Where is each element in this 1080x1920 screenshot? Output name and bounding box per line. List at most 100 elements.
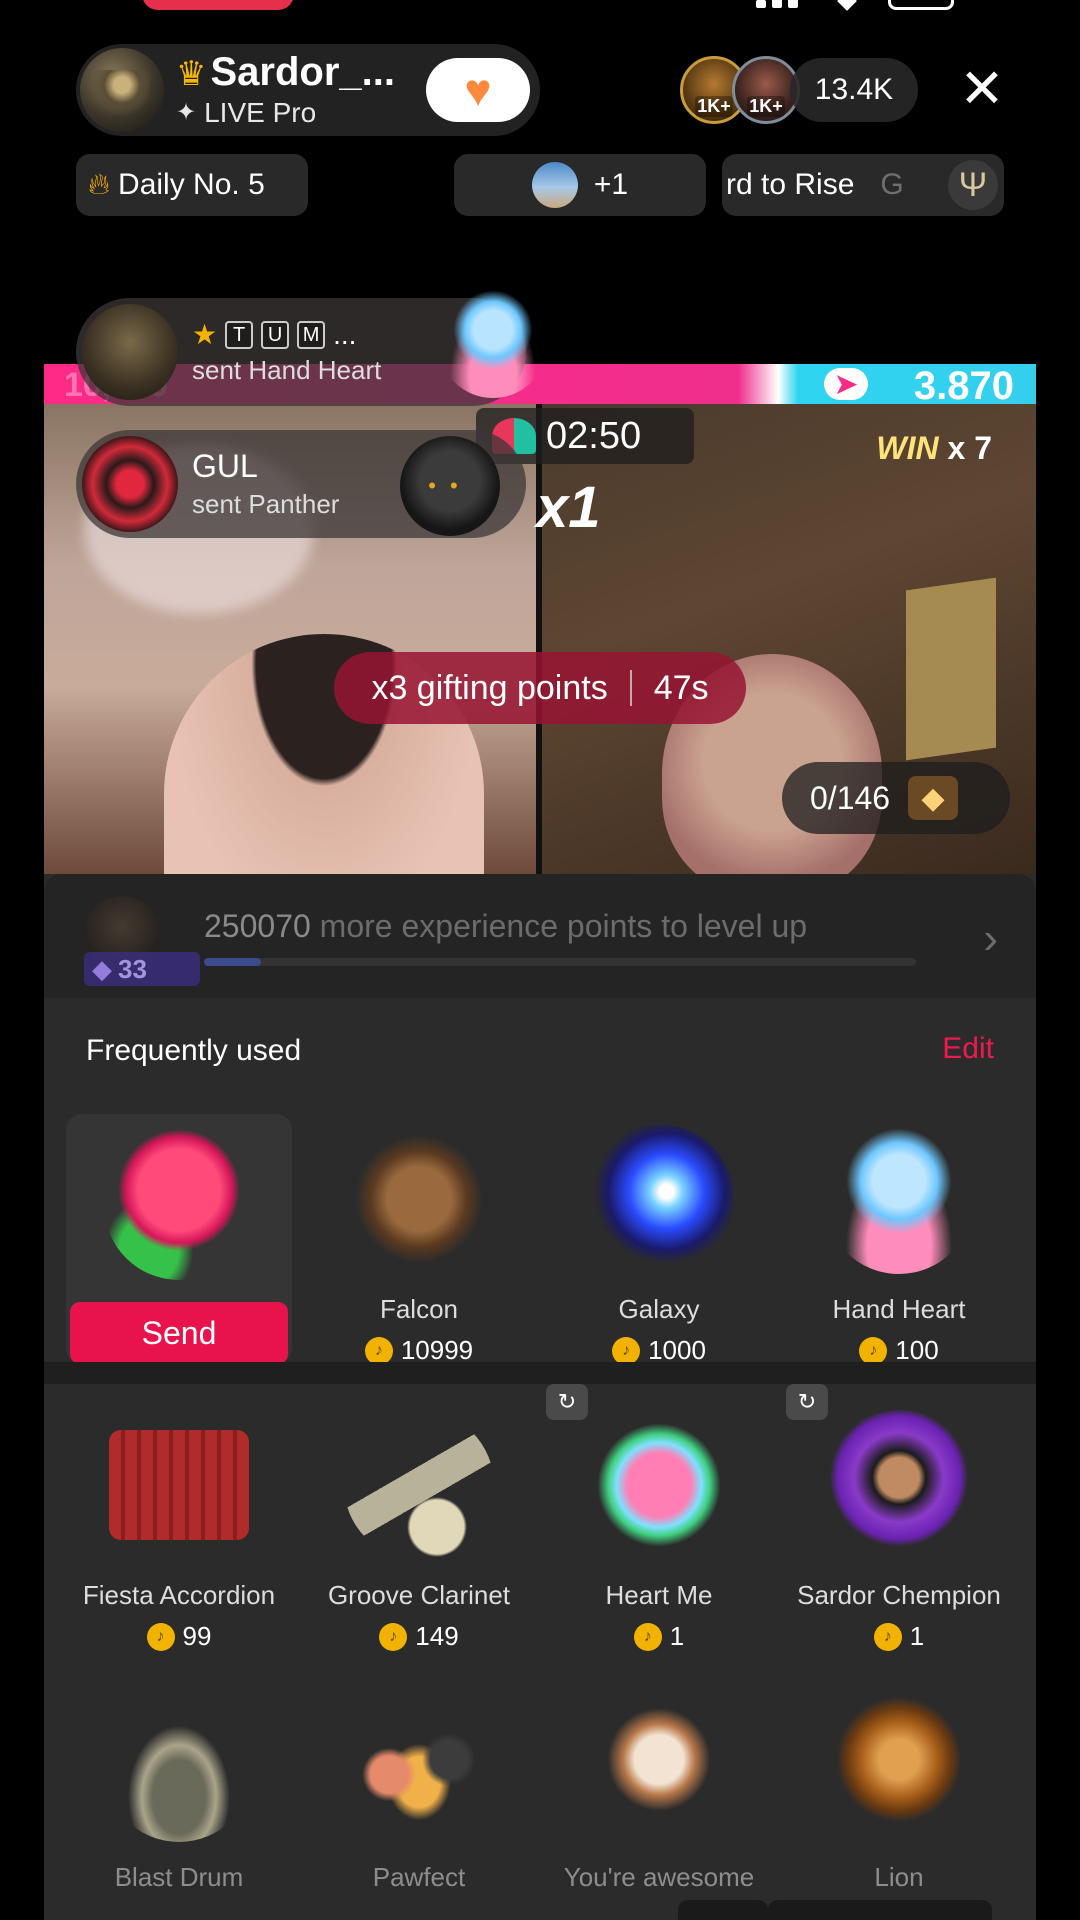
gift-youre-awesome[interactable]: You're awesome	[546, 1692, 772, 1893]
cat-icon	[584, 1692, 734, 1842]
gem-icon: ◆	[92, 953, 112, 984]
viewer-rank-badge: 1K+	[695, 96, 733, 117]
gift-notification[interactable]: ★ T U M ... sent Hand Heart	[76, 288, 548, 406]
gift-name: Blast Drum	[114, 1862, 244, 1892]
goal-progress[interactable]: 0/146 ◆	[782, 762, 1010, 834]
section-title: Frequently used	[86, 1034, 302, 1067]
recording-indicator	[142, 0, 294, 10]
follow-heart-button[interactable]: ♥ 4	[426, 58, 530, 122]
battery-icon	[888, 0, 954, 10]
guest-chip[interactable]: +1	[454, 154, 706, 216]
win-streak: WIN x 7	[876, 430, 992, 466]
coin-icon: ♪	[873, 1622, 902, 1651]
gift-price: 99	[182, 1621, 212, 1651]
daily-rank-chip[interactable]: 🔥︎ Daily No. 5	[76, 154, 308, 216]
follow-count: 4	[489, 94, 500, 114]
daily-rank-label: Daily No. 5	[118, 168, 265, 201]
viewer-rank-badge: 1K+	[747, 96, 785, 117]
hand-heart-icon	[438, 288, 548, 398]
galaxy-icon	[584, 1124, 734, 1274]
gift-name: Heart Me	[605, 1580, 713, 1610]
divider	[44, 1362, 1036, 1384]
close-icon[interactable]: ✕	[956, 59, 1008, 119]
gift-hand-heart[interactable]: Hand Heart ♪ 100	[786, 1124, 1012, 1366]
wifi-icon	[837, 0, 857, 11]
gift-falcon[interactable]: Falcon ♪ 10999	[306, 1124, 532, 1366]
drum-icon	[104, 1692, 254, 1842]
sender-name: GUL	[192, 448, 258, 484]
rise-chip[interactable]: rd to Rise G Ψ	[722, 154, 1004, 216]
diamond-icon: ◆	[908, 776, 959, 820]
flame-icon: 🔥︎	[88, 168, 111, 201]
gift-name: Galaxy	[618, 1294, 700, 1324]
heart-icon: ♥	[464, 64, 492, 116]
gift-name: Lion	[874, 1862, 924, 1892]
coin-icon: ♪	[859, 1336, 888, 1365]
gift-galaxy[interactable]: Galaxy ♪ 1000	[546, 1124, 772, 1366]
crown-icon: ♛	[176, 55, 207, 93]
host-card[interactable]: ♛ Sardor_... ✦ LIVE Pro ♥ 4	[76, 44, 540, 136]
divider	[629, 670, 632, 706]
sender-avatar	[82, 304, 178, 400]
sardor-chempion-icon	[824, 1410, 974, 1560]
antler-icon: Ψ	[948, 160, 998, 210]
gift-name: Falcon	[379, 1294, 459, 1324]
viewer-count[interactable]: 13.4K	[790, 58, 918, 122]
gift-name: Sardor Chempion	[797, 1580, 1001, 1610]
clarinet-icon	[344, 1410, 494, 1560]
gift-panel: ◆ 33 250070 more experience points to lev…	[44, 874, 1036, 1920]
chevron-right-icon[interactable]: ›	[983, 914, 998, 964]
host-badge: ✦ LIVE Pro	[176, 97, 317, 128]
host-name: ♛ Sardor_...	[176, 50, 395, 94]
gift-groove-clarinet[interactable]: Groove Clarinet ♪ 149	[306, 1410, 532, 1652]
guest-count: +1	[593, 168, 629, 201]
multiplier: x1	[536, 475, 601, 540]
coin-icon: ♪	[633, 1622, 662, 1651]
gift-fiesta-accordion[interactable]: Fiesta Accordion ♪ 99	[66, 1410, 292, 1652]
signal-icon	[756, 0, 812, 8]
gift-pawfect[interactable]: Pawfect	[306, 1692, 532, 1893]
gifting-text: x3 gifting points	[371, 668, 608, 707]
gift-name: Pawfect	[372, 1862, 466, 1892]
gift-price: 1	[669, 1621, 685, 1651]
score-right: 3.870	[913, 364, 1014, 408]
gift-name: Hand Heart	[832, 1294, 966, 1324]
gift-notification[interactable]: GUL sent Panther ••	[76, 430, 526, 538]
gift-lion[interactable]: Lion	[786, 1692, 1012, 1893]
xp-track	[204, 958, 916, 966]
edit-button[interactable]: Edit	[942, 1032, 994, 1066]
coin-icon: ♪	[379, 1622, 408, 1651]
top-viewers[interactable]: 1K+ 1K+	[680, 56, 800, 124]
bottom-tab[interactable]	[678, 1900, 768, 1920]
gift-name: Fiesta Accordion	[82, 1580, 276, 1610]
gift-heart-me[interactable]: Heart Me ♪ 1	[546, 1410, 772, 1652]
gift-price: 1	[909, 1621, 925, 1651]
xp-message: 250070 more experience points to level u…	[204, 908, 808, 944]
guest-avatar	[531, 162, 578, 208]
rose-icon	[104, 1130, 254, 1280]
goal-progress-label: 0/146	[810, 779, 891, 816]
host-avatar[interactable]	[80, 48, 164, 132]
send-button[interactable]: Send	[70, 1302, 288, 1364]
gift-blast-drum[interactable]: Blast Drum	[66, 1692, 292, 1893]
gifting-points-banner[interactable]: x3 gifting points 47s	[334, 652, 746, 724]
gift-name: You're awesome	[563, 1862, 755, 1892]
level-progress-bar[interactable]: ◆ 33 250070 more experience points to lev…	[44, 874, 1036, 998]
lion-icon	[824, 1692, 974, 1842]
coin-icon: ♪	[146, 1622, 175, 1651]
sparkle-icon: ✦	[176, 99, 197, 126]
sender-avatar	[82, 436, 178, 532]
gift-price: 149	[415, 1621, 459, 1651]
medal-icon: ★	[192, 319, 218, 350]
gift-action: sent Panther	[192, 489, 340, 519]
falcon-icon	[344, 1124, 494, 1274]
coin-icon: ♪	[612, 1336, 641, 1365]
hand-heart-icon	[824, 1124, 974, 1274]
accordion-icon	[109, 1430, 249, 1540]
sender-badges: ★ T U M ...	[192, 318, 357, 351]
bottom-tab[interactable]	[768, 1900, 992, 1920]
rise-label: rd to Rise G	[726, 168, 904, 201]
xp-fill	[204, 958, 261, 966]
gift-action: sent Hand Heart	[192, 355, 382, 385]
gift-sardor-chempion[interactable]: Sardor Chempion ♪ 1	[786, 1410, 1012, 1652]
